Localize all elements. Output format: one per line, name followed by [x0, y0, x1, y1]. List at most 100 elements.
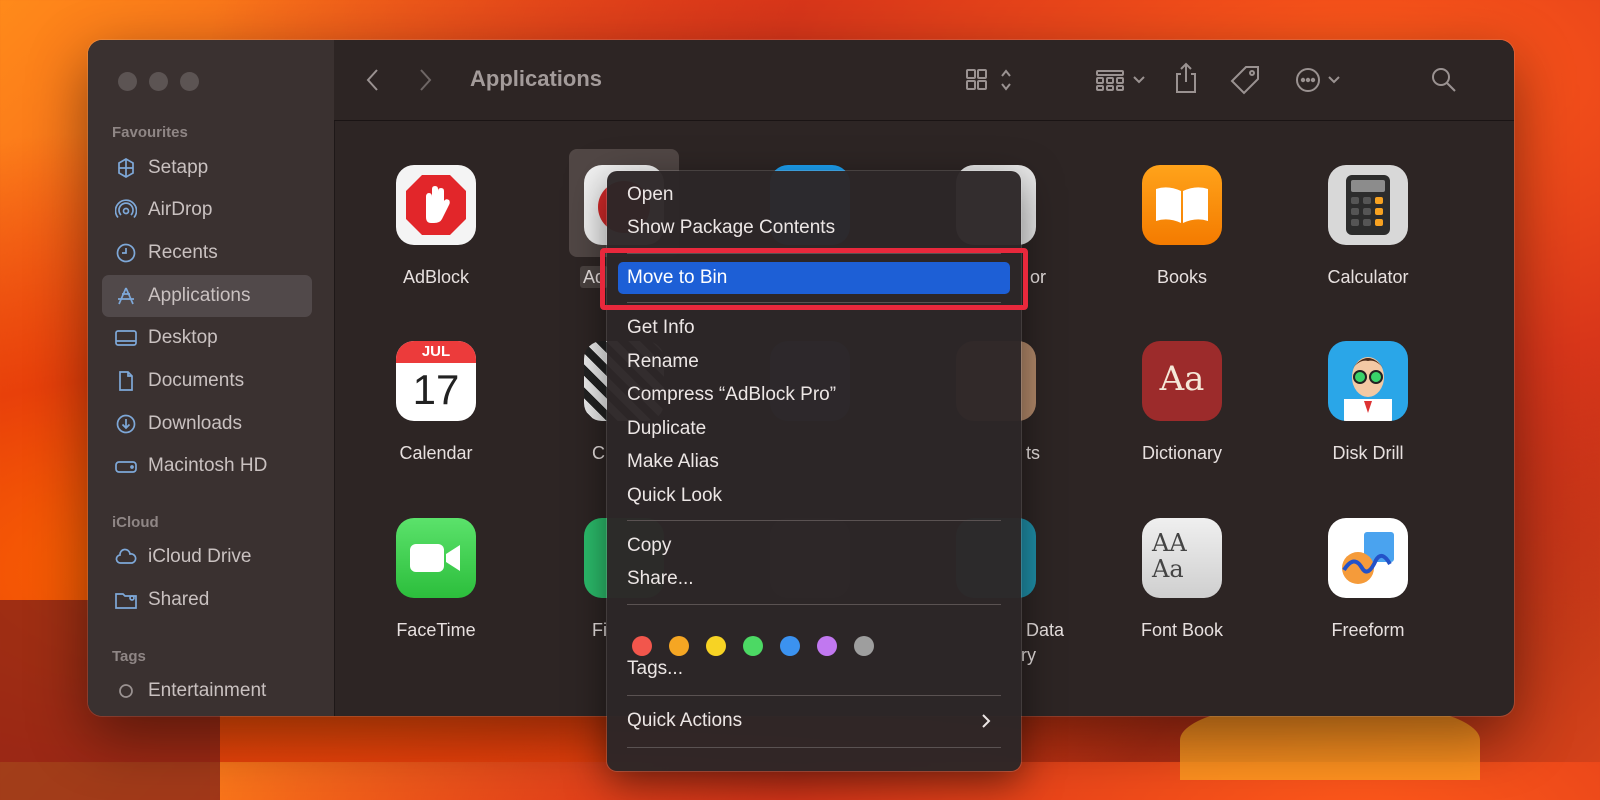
menu-item-show-package-contents[interactable]: Show Package Contents	[618, 212, 1010, 244]
sidebar-item-label: Entertainment	[148, 680, 267, 701]
menu-item-open[interactable]: Open	[618, 179, 1010, 211]
sidebar-item-label: Applications	[148, 285, 251, 306]
sidebar-item-setapp[interactable]: Setapp	[102, 147, 312, 189]
group-button[interactable]	[1094, 66, 1152, 94]
airdrop-icon	[114, 198, 138, 222]
app-label: FaceTime	[396, 620, 476, 640]
sidebar-item-label: Macintosh HD	[148, 455, 268, 476]
tag-color-dot[interactable]	[669, 636, 689, 656]
app-adblock[interactable]: AdBlock	[346, 165, 526, 288]
sidebar-item-label: iCloud Drive	[148, 546, 252, 567]
books-icon	[1142, 165, 1222, 245]
sidebar-item-shared[interactable]: Shared	[102, 579, 312, 621]
group-view-icon	[1096, 70, 1145, 91]
zoom-window-button[interactable]	[180, 72, 199, 91]
sidebar-item-airdrop[interactable]: AirDrop	[102, 189, 312, 231]
menu-item-make-alias[interactable]: Make Alias	[618, 446, 1010, 478]
sidebar-item-recents[interactable]: Recents	[102, 232, 312, 274]
sidebar-item-label: AirDrop	[148, 199, 213, 220]
setapp-icon	[114, 156, 138, 180]
tag-color-dot[interactable]	[780, 636, 800, 656]
app-label: AdBlock	[402, 267, 470, 287]
drive-icon	[114, 454, 138, 478]
facetime-icon	[396, 518, 476, 598]
tag-circle-icon	[114, 679, 138, 703]
calculator-icon	[1328, 165, 1408, 245]
app-font-book[interactable]: AA Aa Font Book	[1092, 518, 1272, 641]
app-label: Dictionary	[1141, 443, 1223, 463]
tag-button[interactable]	[1230, 64, 1262, 96]
disk-drill-icon	[1328, 341, 1408, 421]
cloud-icon	[114, 545, 138, 569]
sidebar-item-label: Documents	[148, 370, 245, 391]
sidebar-section-favourites: Favourites	[112, 124, 188, 141]
clock-icon	[114, 241, 138, 265]
chevron-right-icon	[420, 69, 432, 91]
search-button[interactable]	[1430, 66, 1458, 94]
sidebar-item-label: Desktop	[148, 327, 218, 348]
desktop-icon	[114, 326, 138, 350]
grid-view-icon	[966, 69, 1011, 91]
app-disk-drill[interactable]: Disk Drill	[1278, 341, 1458, 464]
sidebar-item-label: Shared	[148, 589, 210, 610]
menu-item-compress[interactable]: Compress “AdBlock Pro”	[618, 379, 1010, 411]
sidebar-item-label: Setapp	[148, 157, 209, 178]
app-label: Books	[1156, 267, 1208, 287]
shared-folder-icon	[114, 588, 138, 612]
chevron-right-icon	[982, 714, 991, 728]
dictionary-icon: Aa	[1142, 341, 1222, 421]
tag-icon	[1230, 66, 1259, 95]
menu-item-rename[interactable]: Rename	[618, 346, 1010, 378]
menu-item-copy[interactable]: Copy	[618, 530, 1010, 562]
menu-item-duplicate[interactable]: Duplicate	[618, 413, 1010, 445]
share-button[interactable]	[1172, 62, 1200, 96]
close-window-button[interactable]	[118, 72, 137, 91]
view-toggle-button[interactable]	[964, 66, 1020, 94]
sidebar-item-tag-entertainment[interactable]: Entertainment	[102, 670, 312, 712]
chevron-left-icon	[366, 69, 378, 91]
menu-item-quick-look[interactable]: Quick Look	[618, 480, 1010, 512]
menu-separator	[627, 747, 1001, 748]
menu-item-tags[interactable]: Tags...	[618, 653, 1010, 685]
app-label: Freeform	[1331, 620, 1405, 640]
minimize-window-button[interactable]	[149, 72, 168, 91]
app-label: Disk Drill	[1332, 443, 1404, 463]
sidebar-item-documents[interactable]: Documents	[102, 360, 312, 402]
tag-color-dot[interactable]	[632, 636, 652, 656]
app-label: Font Book	[1140, 620, 1224, 640]
forward-button[interactable]	[414, 66, 436, 94]
download-icon	[114, 412, 138, 436]
tag-color-dot[interactable]	[706, 636, 726, 656]
menu-item-quick-actions[interactable]: Quick Actions	[618, 705, 1010, 737]
more-actions-button[interactable]	[1294, 66, 1344, 94]
app-label: Calculator	[1327, 267, 1409, 287]
sidebar-item-downloads[interactable]: Downloads	[102, 403, 312, 445]
sidebar-item-desktop[interactable]: Desktop	[102, 317, 312, 359]
tag-color-dot[interactable]	[854, 636, 874, 656]
menu-separator	[627, 520, 1001, 521]
annotation-highlight-box	[600, 248, 1028, 310]
app-facetime[interactable]: FaceTime	[346, 518, 526, 641]
app-books[interactable]: Books	[1092, 165, 1272, 288]
app-dictionary[interactable]: Aa Dictionary	[1092, 341, 1272, 464]
app-freeform[interactable]: Freeform	[1278, 518, 1458, 641]
calendar-icon: JUL 17	[396, 341, 476, 421]
sidebar-item-applications[interactable]: Applications	[102, 275, 312, 317]
sidebar-item-icloud-drive[interactable]: iCloud Drive	[102, 536, 312, 578]
search-icon	[1432, 68, 1456, 92]
freeform-icon	[1328, 518, 1408, 598]
sidebar-item-label: Recents	[148, 242, 218, 263]
tag-color-dot[interactable]	[817, 636, 837, 656]
back-button[interactable]	[362, 66, 384, 94]
sidebar-item-macintosh-hd[interactable]: Macintosh HD	[102, 445, 312, 487]
tag-color-dot[interactable]	[743, 636, 763, 656]
menu-item-share[interactable]: Share...	[618, 563, 1010, 595]
app-calendar[interactable]: JUL 17 Calendar	[346, 341, 526, 464]
sidebar-section-tags: Tags	[112, 648, 146, 665]
ellipsis-circle-icon	[1296, 68, 1340, 92]
app-calculator[interactable]: Calculator	[1278, 165, 1458, 288]
document-icon	[114, 369, 138, 393]
window-title: Applications	[470, 66, 603, 91]
menu-item-get-info[interactable]: Get Info	[618, 312, 1010, 344]
font-book-icon: AA Aa	[1142, 518, 1222, 598]
